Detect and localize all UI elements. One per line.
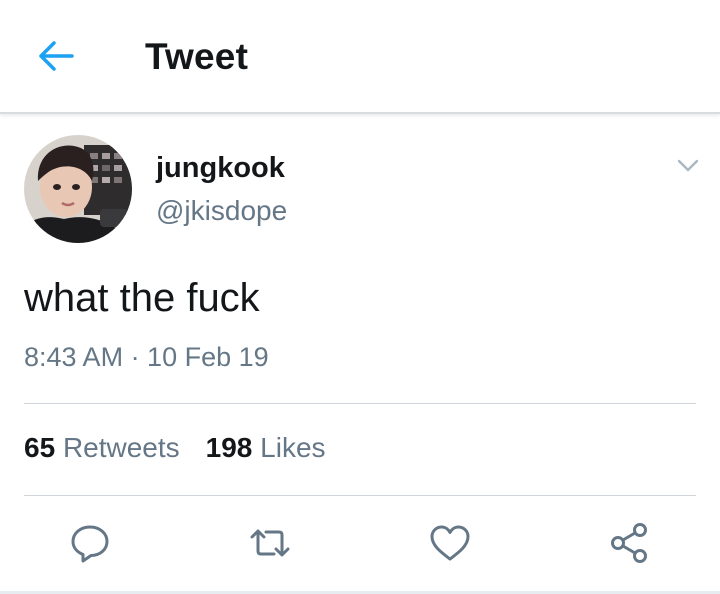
- page-title: Tweet: [145, 36, 249, 77]
- share-button[interactable]: [608, 521, 652, 565]
- chevron-down-icon: [677, 159, 699, 172]
- avatar-image: [24, 135, 132, 243]
- reply-icon: [71, 525, 109, 563]
- retweet-button[interactable]: [248, 521, 292, 565]
- likes-count: 198: [205, 432, 253, 463]
- divider: [24, 495, 696, 496]
- reply-button[interactable]: [68, 521, 112, 565]
- arrow-left-icon: [39, 41, 74, 71]
- retweets-stat[interactable]: 65 Retweets: [24, 432, 180, 464]
- retweets-label: Retweets: [62, 432, 180, 463]
- avatar[interactable]: [24, 135, 132, 243]
- likes-label: Likes: [260, 432, 326, 463]
- tweet-text: what the fuck: [24, 276, 260, 320]
- likes-stat[interactable]: 198 Likes: [206, 432, 326, 464]
- tweet-stats: 65 Retweets 198 Likes: [24, 432, 326, 464]
- retweet-icon: [250, 529, 290, 557]
- tweet-detail-screen: Tweet jungkook @jkisdope what the fuck 8…: [0, 0, 720, 594]
- like-icon: [430, 525, 470, 561]
- user-handle[interactable]: @jkisdope: [156, 195, 287, 227]
- display-name[interactable]: jungkook: [156, 152, 285, 185]
- tweet-menu-button[interactable]: [676, 155, 700, 175]
- tweet-timestamp: 8:43 AM · 10 Feb 19: [24, 342, 269, 372]
- divider: [24, 403, 696, 404]
- back-button[interactable]: [28, 36, 84, 76]
- top-app-bar: Tweet: [0, 0, 720, 114]
- share-icon: [611, 523, 647, 563]
- retweets-count: 65: [24, 432, 56, 463]
- like-button[interactable]: [428, 521, 472, 565]
